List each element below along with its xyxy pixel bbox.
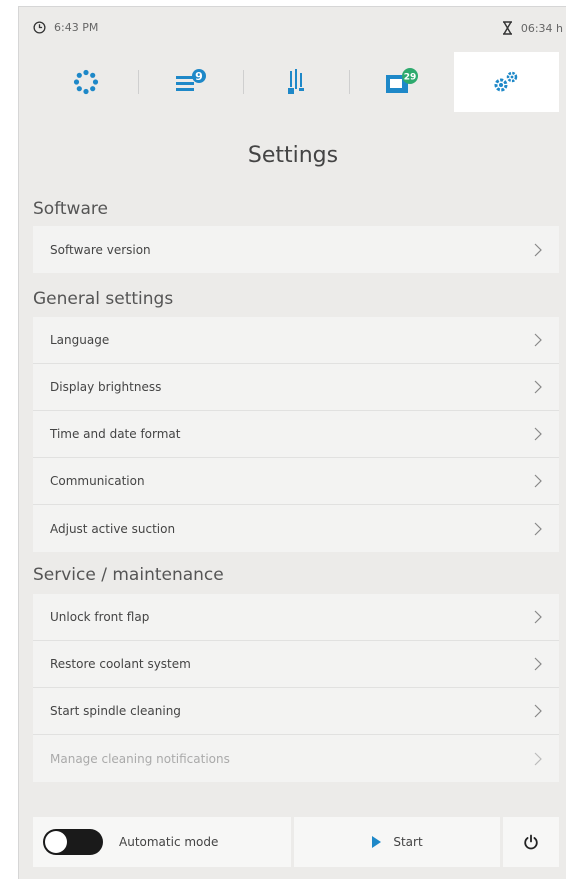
automatic-mode-label: Automatic mode	[119, 835, 219, 849]
play-icon	[372, 836, 382, 848]
section-title-service: Service / maintenance	[33, 565, 224, 585]
setting-label: Adjust active suction	[50, 521, 176, 536]
tab-tools[interactable]	[243, 52, 348, 112]
runtime-value: 06:34 h	[520, 21, 563, 35]
chevron-right-icon	[534, 243, 542, 256]
general-settings-group: Language Display brightness Time and dat…	[33, 317, 559, 552]
setting-unlock-front-flap[interactable]: Unlock front flap	[33, 594, 559, 641]
tab-settings[interactable]	[453, 52, 560, 112]
spinner-dots-icon	[73, 69, 98, 95]
setting-label: Communication	[50, 474, 145, 488]
clock-time: 6:43 PM	[54, 21, 99, 34]
power-button[interactable]	[503, 817, 559, 867]
tab-status[interactable]	[33, 52, 138, 112]
tab-job-queue[interactable]: 9	[138, 52, 243, 112]
setting-label: Manage cleaning notifications	[50, 751, 230, 766]
clock-icon	[33, 21, 46, 34]
runtime-area: 06:34 h	[502, 21, 563, 35]
main-tab-bar: 9 29	[33, 52, 560, 112]
chevron-right-icon	[534, 380, 542, 394]
setting-cleaning-notifications[interactable]: Manage cleaning notifications	[33, 735, 559, 782]
start-button[interactable]: Start	[294, 817, 500, 867]
setting-label: Language	[50, 333, 110, 347]
setting-restore-coolant[interactable]: Restore coolant system	[33, 641, 559, 688]
tools-icon	[288, 69, 304, 94]
chevron-right-icon	[534, 474, 542, 488]
chevron-right-icon	[534, 333, 542, 347]
automatic-mode-control: Automatic mode	[33, 817, 291, 867]
setting-time-date-format[interactable]: Time and date format	[33, 411, 559, 458]
chevron-right-icon	[534, 752, 542, 765]
setting-label: Time and date format	[50, 427, 181, 441]
chevron-right-icon	[534, 522, 542, 535]
chevron-right-icon	[534, 610, 542, 624]
setting-label: Restore coolant system	[50, 657, 191, 671]
automatic-mode-toggle[interactable]	[43, 829, 103, 855]
hourglass-icon	[502, 21, 512, 35]
section-title-software: Software	[33, 199, 108, 219]
setting-display-brightness[interactable]: Display brightness	[33, 364, 559, 411]
section-title-general: General settings	[33, 289, 174, 309]
chevron-right-icon	[534, 704, 542, 718]
machine-icon: 29	[386, 68, 419, 93]
setting-label: Start spindle cleaning	[50, 704, 181, 718]
setting-spindle-cleaning[interactable]: Start spindle cleaning	[33, 688, 559, 735]
power-icon	[524, 834, 538, 850]
queue-badge-count: 9	[195, 70, 203, 83]
setting-software-version[interactable]: Software version	[33, 226, 559, 273]
setting-language[interactable]: Language	[33, 317, 559, 364]
setting-active-suction[interactable]: Adjust active suction	[33, 505, 559, 552]
settings-screen: 6:43 PM 06:34 h 9 29 Settings Software S…	[18, 6, 566, 879]
chevron-right-icon	[534, 427, 542, 441]
list-queue-icon: 9	[175, 69, 206, 91]
chevron-right-icon	[534, 657, 542, 671]
machine-badge-count: 29	[404, 73, 417, 83]
setting-label: Display brightness	[50, 380, 162, 394]
setting-label: Unlock front flap	[50, 610, 150, 624]
bottom-action-bar: Automatic mode Start	[33, 817, 559, 867]
toggle-knob	[45, 831, 67, 853]
setting-label: Software version	[50, 242, 151, 257]
service-group: Unlock front flap Restore coolant system…	[33, 594, 559, 782]
gears-icon	[494, 71, 518, 92]
page-title: Settings	[247, 143, 339, 168]
start-label: Start	[393, 835, 423, 849]
software-group: Software version	[33, 226, 559, 273]
clock-area: 6:43 PM	[33, 21, 98, 34]
status-bar: 6:43 PM 06:34 h	[19, 7, 566, 47]
setting-communication[interactable]: Communication	[33, 458, 559, 505]
tab-machine[interactable]: 29	[348, 52, 454, 112]
